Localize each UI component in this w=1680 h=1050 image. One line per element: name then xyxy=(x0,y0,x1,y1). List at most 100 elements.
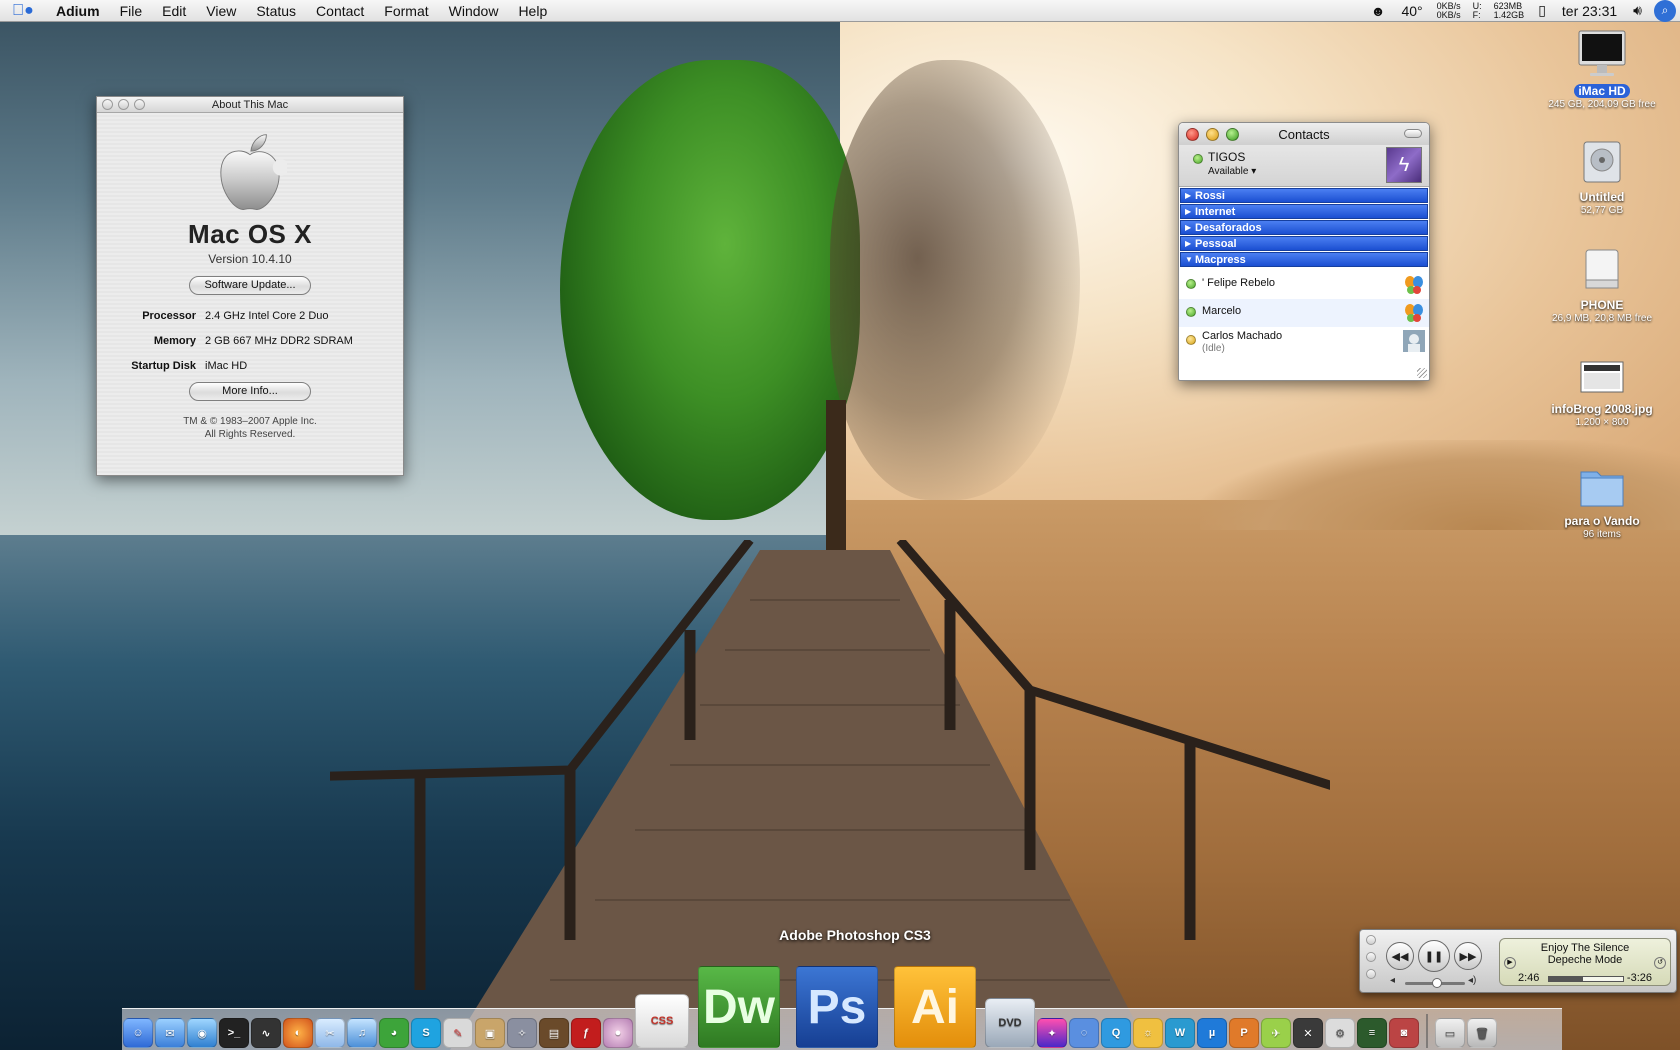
more-info-button[interactable]: More Info... xyxy=(189,382,311,401)
zoom-button[interactable] xyxy=(1226,127,1239,141)
itunes-icon[interactable]: ♫ xyxy=(347,1018,377,1048)
menu-window[interactable]: Window xyxy=(439,3,509,19)
photo-booth-icon[interactable]: ◙ xyxy=(1389,1018,1419,1048)
contact-marcelo[interactable]: Marcelo xyxy=(1179,299,1429,327)
photo-icon[interactable]: ▤ xyxy=(539,1018,569,1048)
account-name[interactable]: TIGOS xyxy=(1208,150,1245,164)
group-internet[interactable]: ▶ Internet xyxy=(1180,204,1428,219)
desktop-icon-phone[interactable]: PHONE 26,9 MB, 20,8 MB free xyxy=(1537,246,1667,324)
memory-value: 2 GB 667 MHz DDR2 SDRAM xyxy=(205,335,353,347)
weather-app-icon[interactable]: ☼ xyxy=(1133,1018,1163,1048)
idle-status-icon xyxy=(1186,335,1196,345)
desktop-icon-para-o-vando[interactable]: para o Vando 96 items xyxy=(1537,464,1667,540)
menu-contact[interactable]: Contact xyxy=(306,3,374,19)
contact-name: ' Felipe Rebelo xyxy=(1202,277,1276,289)
close-button[interactable] xyxy=(1366,935,1376,945)
progress-bar[interactable] xyxy=(1548,976,1624,982)
system-prefs-icon[interactable]: ⚙ xyxy=(1325,1018,1355,1048)
menu-edit[interactable]: Edit xyxy=(152,3,196,19)
cpu-meter-icon[interactable]: ▯ xyxy=(1530,2,1554,19)
copyright-line: TM & © 1983–2007 Apple Inc. xyxy=(183,416,317,427)
tool-icon[interactable]: ✧ xyxy=(507,1018,537,1048)
startup-disk-row: Startup Disk iMac HD xyxy=(97,360,403,372)
weather-temperature[interactable]: 40° xyxy=(1393,3,1430,19)
os-version: Version 10.4.10 xyxy=(208,252,292,266)
package-icon[interactable]: ▣ xyxy=(475,1018,505,1048)
app-icon[interactable]: ✎ xyxy=(443,1018,473,1048)
photoshop-label: Ps xyxy=(807,980,867,1034)
graphic-app-icon[interactable]: ✦ xyxy=(1037,1018,1067,1048)
spotlight-icon[interactable]: ⌕ xyxy=(1654,0,1676,22)
net-out-rate: 0KB/s xyxy=(1436,9,1461,20)
utility-icon[interactable]: ✂ xyxy=(315,1018,345,1048)
menu-help[interactable]: Help xyxy=(508,3,557,19)
resize-grip[interactable] xyxy=(1417,368,1427,378)
group-rossi[interactable]: ▶ Rossi xyxy=(1180,188,1428,203)
menu-view[interactable]: View xyxy=(196,3,246,19)
dvd-player-icon[interactable]: DVD xyxy=(985,998,1035,1048)
menu-clock[interactable]: ter 23:31 xyxy=(1554,3,1625,19)
adium-icon[interactable]: ◕ xyxy=(379,1018,409,1048)
contacts-titlebar[interactable]: Contacts xyxy=(1179,123,1429,145)
utorrent-icon[interactable]: µ xyxy=(1197,1018,1227,1048)
finder-icon[interactable]: ☺ xyxy=(123,1018,153,1048)
disclosure-right-icon: ▶ xyxy=(1185,207,1192,216)
minimize-button[interactable] xyxy=(1366,952,1376,962)
group-label: Macpress xyxy=(1195,253,1246,266)
toolbar-toggle-button[interactable] xyxy=(1404,129,1422,138)
firefox-icon[interactable]: ◐ xyxy=(283,1018,313,1048)
about-titlebar[interactable]: About This Mac xyxy=(97,97,403,113)
crossover-icon[interactable]: ✕ xyxy=(1293,1018,1323,1048)
group-label: Desaforados xyxy=(1195,221,1262,234)
desktop-icon-untitled[interactable]: Untitled 52,77 GB xyxy=(1537,138,1667,216)
ichat-icon[interactable]: ◉ xyxy=(187,1018,217,1048)
illustrator-icon[interactable]: Ai xyxy=(894,966,976,1048)
group-macpress[interactable]: ▼ Macpress xyxy=(1180,252,1428,267)
os-name: Mac OS X xyxy=(188,219,312,249)
startup-disk-value: iMac HD xyxy=(205,360,248,372)
contact-felipe-rebelo[interactable]: ' Felipe Rebelo xyxy=(1179,271,1429,299)
volume-icon[interactable]: 🔊︎ xyxy=(1625,2,1650,19)
app-p-icon[interactable]: P xyxy=(1229,1018,1259,1048)
network-app-icon[interactable]: ◌ xyxy=(1069,1018,1099,1048)
apple-menu-icon[interactable]: ● xyxy=(0,2,46,20)
menu-file[interactable]: File xyxy=(110,3,153,19)
game-icon[interactable]: ≡ xyxy=(1357,1018,1387,1048)
desktop-icon-imac-hd[interactable]: iMac HD 245 GB, 204,09 GB free xyxy=(1537,28,1667,110)
photoshop-icon[interactable]: Ps xyxy=(796,966,878,1048)
play-icon[interactable]: ▶ xyxy=(1504,957,1516,969)
group-pessoal[interactable]: ▶ Pessoal xyxy=(1180,236,1428,251)
snapback-icon[interactable]: ↺ xyxy=(1654,957,1666,969)
activity-monitor-icon[interactable]: ∿ xyxy=(251,1018,281,1048)
quicktime-icon[interactable]: Q xyxy=(1101,1018,1131,1048)
sphere-app-icon[interactable]: ● xyxy=(603,1018,633,1048)
dreamweaver-icon[interactable]: Dw xyxy=(698,966,780,1048)
network-monitor[interactable]: 0KB/s 0KB/s xyxy=(1431,1,1467,20)
dead-tree-half xyxy=(830,60,1080,500)
close-button[interactable] xyxy=(1186,127,1199,141)
menu-app-name[interactable]: Adium xyxy=(46,3,110,19)
trash-icon[interactable]: 🗑︎ xyxy=(1467,1018,1497,1048)
terminal-icon[interactable]: >_ xyxy=(219,1018,249,1048)
memory-monitor[interactable]: 623MB 1.42GB xyxy=(1488,1,1531,20)
image-file-icon xyxy=(1580,361,1624,393)
user-avatar-icon[interactable]: ϟ xyxy=(1386,147,1422,183)
software-update-button[interactable]: Software Update... xyxy=(189,276,311,295)
documents-stack-icon[interactable]: ▭ xyxy=(1435,1018,1465,1048)
status-selector[interactable]: Available ▾ xyxy=(1208,166,1256,177)
skype-icon[interactable]: S xyxy=(411,1018,441,1048)
desktop-icon-infobrog-jpg[interactable]: infoBrog 2008.jpg 1.200 × 800 xyxy=(1537,358,1667,428)
flash-icon[interactable]: ƒ xyxy=(571,1018,601,1048)
minimize-button[interactable] xyxy=(1206,127,1219,141)
widget-icon[interactable]: W xyxy=(1165,1018,1195,1048)
contact-carlos-machado[interactable]: Carlos Machado (Idle) xyxy=(1179,327,1429,361)
external-drive-icon xyxy=(1585,249,1619,289)
group-desaforados[interactable]: ▶ Desaforados xyxy=(1180,220,1428,235)
app-bird-icon[interactable]: ✈ xyxy=(1261,1018,1291,1048)
css-edit-icon[interactable]: CSS xyxy=(635,994,689,1048)
adium-duck-icon[interactable]: ☻ xyxy=(1363,3,1394,19)
menu-status[interactable]: Status xyxy=(246,3,306,19)
mail-icon[interactable]: ✉ xyxy=(155,1018,185,1048)
progress-fill xyxy=(1549,977,1584,981)
menu-format[interactable]: Format xyxy=(374,3,438,19)
